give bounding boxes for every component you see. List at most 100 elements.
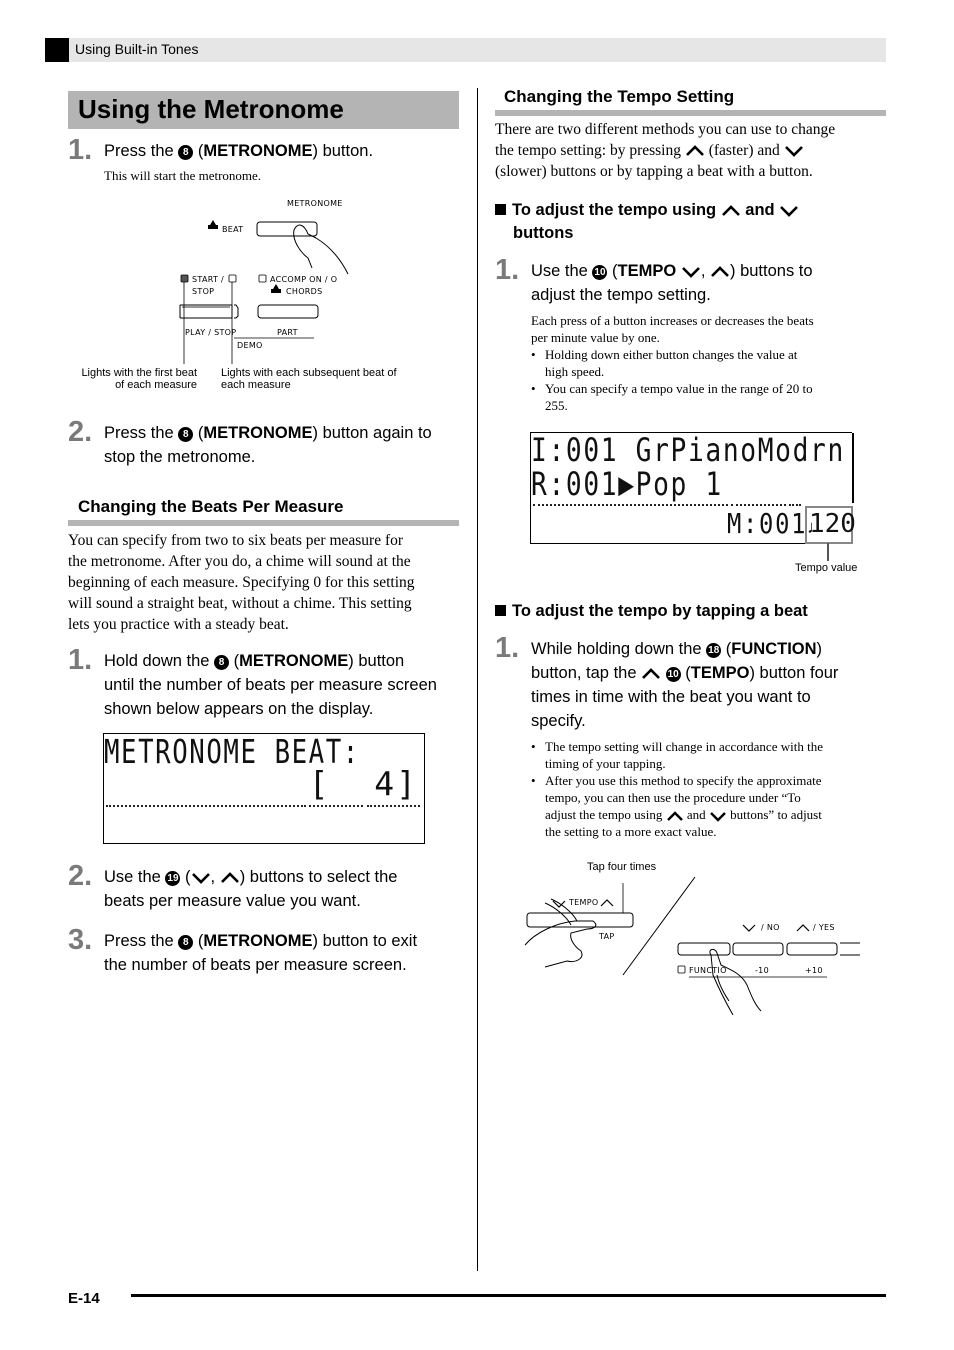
text: 255.	[545, 398, 568, 413]
yes-label: / YES	[813, 923, 835, 932]
accomp-label: ACCOMP ON / O	[270, 275, 337, 284]
step-number: 1.	[68, 644, 93, 676]
yes-button[interactable]	[786, 942, 838, 956]
text: Press the	[104, 142, 179, 160]
text: Hold down the	[104, 652, 215, 670]
text: To adjust the tempo using	[512, 201, 721, 219]
beat-accomp-icon	[208, 220, 218, 229]
text: and	[740, 201, 780, 219]
square-bullet-icon	[495, 605, 506, 616]
text: ) button four	[749, 664, 839, 682]
text: and	[683, 807, 709, 822]
step-instruction: Press the 8 (METRONOME) button.	[104, 139, 373, 163]
text: You can specify a tempo value in the ran…	[545, 381, 813, 396]
text: ) buttons to select the	[239, 868, 398, 886]
chevron-up-icon	[642, 667, 661, 679]
chevron-up-icon	[796, 924, 810, 932]
part-button[interactable]	[257, 304, 319, 319]
start-stop-label-2: STOP	[192, 287, 214, 296]
paragraph-line: the metronome. After you do, a chime wil…	[68, 553, 411, 570]
section-heading: Changing the Tempo Setting	[504, 87, 735, 106]
note-line: Each press of a button increases or decr…	[531, 313, 814, 328]
button-ref-badge: 19	[165, 871, 181, 886]
text: (	[193, 424, 204, 442]
text: Use the	[531, 262, 593, 280]
metronome-label: METRONOME	[287, 199, 343, 208]
paragraph-line: There are two different methods you can …	[495, 121, 836, 138]
chevron-up-icon	[666, 810, 683, 821]
accomp-lamp	[258, 274, 267, 283]
chevron-down-icon	[710, 811, 726, 822]
button-ref-badge: 8	[178, 427, 194, 442]
text: Holding down either button changes the v…	[545, 347, 798, 362]
beats-description: You can specify from two to six beats pe…	[68, 530, 415, 635]
plus10-label: +10	[805, 966, 823, 975]
bullet-item: You can specify a tempo value in the ran…	[531, 380, 814, 414]
button-ref-badge: 8	[214, 655, 230, 670]
footer-rule	[131, 1294, 886, 1297]
chords-label: CHORDS	[286, 287, 323, 296]
heading-rule	[495, 110, 886, 116]
text: tempo, you can then use the procedure un…	[545, 790, 801, 805]
button-name: METRONOME	[203, 424, 313, 442]
page-title: Using the Metronome	[78, 94, 344, 124]
text: times in time with the beat you want to	[531, 688, 811, 706]
tempo-label: TEMPO	[568, 898, 598, 907]
text: stop the metronome.	[104, 448, 256, 466]
button-ref-badge: 8	[178, 145, 194, 160]
lcd-line-2: R:001▶Pop 1	[531, 465, 723, 503]
caption-line: Lights with each subsequent beat of	[221, 367, 397, 379]
button-name: TEMPO	[617, 262, 677, 280]
no-label: / NO	[761, 923, 780, 932]
paragraph-line: You can specify from two to six beats pe…	[68, 532, 404, 549]
heading-rule	[68, 520, 459, 526]
section-heading: Changing the Beats Per Measure	[78, 497, 344, 516]
note-line: per minute value by one.	[531, 330, 660, 345]
chevron-down-icon	[191, 872, 210, 884]
text: button, tap the	[531, 664, 642, 682]
divider-slash	[622, 876, 696, 976]
tempo-value: 120	[809, 509, 856, 539]
button-name: METRONOME	[239, 652, 349, 670]
function-button[interactable]	[677, 942, 731, 956]
step-number: 1.	[68, 134, 93, 166]
text: specify.	[531, 712, 586, 730]
step-instruction: Press the 8 (METRONOME) button to exit t…	[104, 932, 418, 974]
text: While holding down the	[531, 640, 707, 658]
square-bullet-icon	[495, 204, 506, 215]
bullet-item: The tempo setting will change in accorda…	[531, 738, 823, 772]
no-button[interactable]	[732, 942, 784, 956]
tempo-value-box: 120	[805, 506, 856, 544]
text: beats per measure value you want.	[104, 892, 361, 910]
text: ) button to exit	[312, 932, 418, 950]
page-number: E-14	[68, 1290, 100, 1307]
lcd-display-tempo: I:001 GrPianoModrn R:001▶Pop 1 M:001 ♩ 1…	[530, 431, 856, 544]
step-number: 3.	[68, 924, 93, 956]
subsection-heading: To adjust the tempo using and buttons	[495, 199, 799, 245]
text: Press the	[104, 932, 179, 950]
chevron-up-icon	[721, 204, 740, 216]
chevron-up-icon	[600, 899, 614, 907]
text: ) button	[348, 652, 405, 670]
chevron-up-icon	[711, 265, 729, 277]
tap-caption: Tap four times	[587, 861, 657, 873]
caption-line: each measure	[221, 379, 291, 391]
step-instruction: Press the 8 (METRONOME) button again to …	[104, 421, 432, 469]
button-ref-badge: 10	[592, 265, 608, 280]
subsequent-beat-lamp	[228, 274, 237, 283]
tempo-tap-button[interactable]	[526, 912, 634, 928]
caption-line: of each measure	[115, 379, 197, 391]
first-beat-caption: Lights with the first beat of each measu…	[78, 367, 197, 391]
demo-label: DEMO	[237, 341, 263, 350]
step-instruction: While holding down the 18 (FUNCTION) but…	[531, 640, 839, 730]
button-ref-badge: 8	[178, 935, 194, 950]
text: adjust the tempo using	[545, 807, 666, 822]
lcd-display-beat: METRONOME BEAT: [ 4]	[103, 732, 425, 844]
caption-line: Lights with the first beat	[81, 367, 197, 379]
chords-icon	[271, 284, 281, 293]
text: until the number of beats per measure sc…	[104, 676, 437, 694]
text: the setting to a more exact value.	[545, 824, 717, 839]
text: buttons	[513, 224, 574, 242]
step-note: This will start the metronome.	[104, 168, 262, 183]
chevron-down-icon	[681, 266, 700, 278]
